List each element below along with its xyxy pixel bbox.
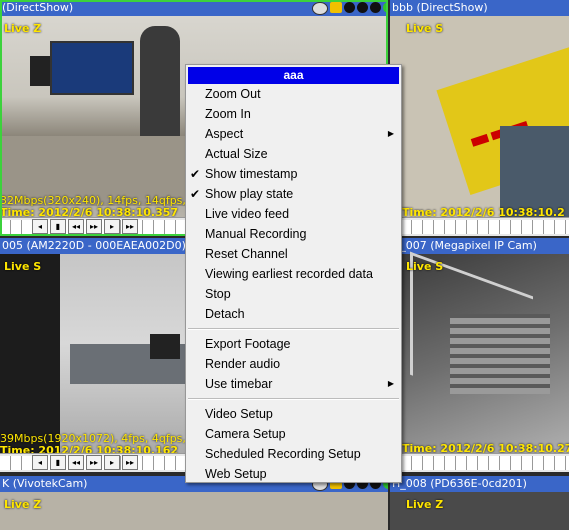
rewind-icon[interactable]: ◂◂	[68, 455, 84, 470]
video-feed[interactable]	[390, 251, 569, 454]
camera-tile-title: H_008 (PD636E-0cd201)	[390, 476, 569, 492]
timebar[interactable]	[390, 217, 569, 236]
prev-icon[interactable]: ◂	[32, 219, 48, 234]
menu-item-label: Live video feed	[205, 207, 290, 221]
menu-item-scheduled-recording-setup[interactable]: Scheduled Recording Setup	[186, 444, 401, 464]
recording-status-icon	[383, 2, 388, 13]
checkmark-icon: ✔	[190, 187, 201, 201]
submenu-arrow-icon: ▶	[387, 379, 394, 388]
camera-tile-title: H_007 (Megapixel IP Cam)	[390, 238, 569, 254]
pause-icon[interactable]: ▮	[50, 455, 66, 470]
menu-item-label: Zoom Out	[205, 87, 261, 101]
play-icon[interactable]: ▸	[104, 455, 120, 470]
eye-icon[interactable]	[312, 2, 328, 15]
checkmark-icon: ✔	[190, 167, 201, 181]
menu-item-zoom-out[interactable]: Zoom Out	[186, 84, 401, 104]
menu-item-use-timebar[interactable]: Use timebar ▶	[186, 374, 401, 394]
live-status-label: Live S	[406, 260, 444, 273]
next-icon[interactable]: ▸▸	[122, 219, 138, 234]
menu-item-label: Export Footage	[205, 337, 291, 351]
fast-forward-icon[interactable]: ▸▸	[86, 219, 102, 234]
rewind-icon[interactable]: ◂◂	[68, 219, 84, 234]
camera-tile-5[interactable]: K (VivotekCam) Live Z	[0, 476, 388, 530]
status-dot-icon	[344, 2, 355, 13]
fast-forward-icon[interactable]: ▸▸	[86, 455, 102, 470]
camera-tile-4[interactable]: H_007 (Megapixel IP Cam) Live S Time: 20…	[390, 238, 569, 472]
menu-item-label: Reset Channel	[205, 247, 288, 261]
live-status-label: Live S	[406, 22, 444, 35]
submenu-arrow-icon: ▶	[387, 129, 394, 138]
menu-item-label: Scheduled Recording Setup	[205, 447, 361, 461]
menu-separator	[188, 398, 399, 400]
video-feed[interactable]: ▬▬▬	[390, 16, 569, 226]
status-dot-icon	[370, 2, 381, 13]
menu-item-show-timestamp[interactable]: ✔ Show timestamp	[186, 164, 401, 184]
context-menu-items: Zoom Out Zoom In Aspect ▶ Actual Size ✔ Show t…	[186, 84, 401, 484]
menu-item-label: Camera Setup	[205, 427, 286, 441]
menu-item-video-setup[interactable]: Video Setup	[186, 404, 401, 424]
menu-item-label: Manual Recording	[205, 227, 307, 241]
menu-item-web-setup[interactable]: Web Setup	[186, 464, 401, 484]
menu-item-camera-setup[interactable]: Camera Setup	[186, 424, 401, 444]
menu-item-viewing-earliest-recorded-data[interactable]: Viewing earliest recorded data	[186, 264, 401, 284]
menu-item-label: Actual Size	[205, 147, 268, 161]
menu-item-export-footage[interactable]: Export Footage	[186, 334, 401, 354]
menu-item-render-audio[interactable]: Render audio	[186, 354, 401, 374]
menu-item-zoom-in[interactable]: Zoom In	[186, 104, 401, 124]
menu-item-reset-channel[interactable]: Reset Channel	[186, 244, 401, 264]
mute-icon[interactable]	[330, 2, 342, 13]
play-icon[interactable]: ▸	[104, 219, 120, 234]
prev-icon[interactable]: ◂	[32, 455, 48, 470]
status-dot-icon	[357, 2, 368, 13]
live-status-label: Live Z	[4, 498, 42, 511]
video-feed[interactable]	[0, 492, 388, 530]
menu-item-label: Aspect	[205, 127, 244, 141]
menu-item-label: Render audio	[205, 357, 281, 371]
menu-item-label: Zoom In	[205, 107, 251, 121]
menu-separator	[188, 328, 399, 330]
context-menu-title: aaa	[188, 67, 399, 84]
menu-item-aspect[interactable]: Aspect ▶	[186, 124, 401, 144]
next-icon[interactable]: ▸▸	[122, 455, 138, 470]
timebar[interactable]	[390, 453, 569, 472]
menu-item-label: Video Setup	[205, 407, 273, 421]
menu-item-manual-recording[interactable]: Manual Recording	[186, 224, 401, 244]
pause-icon[interactable]: ▮	[50, 219, 66, 234]
menu-item-label: Web Setup	[205, 467, 267, 481]
menu-item-label: Show timestamp	[205, 167, 298, 181]
context-menu: aaa Zoom Out Zoom In Aspect ▶ Actual Size ✔ Sh…	[185, 64, 402, 483]
menu-item-live-video-feed[interactable]: Live video feed	[186, 204, 401, 224]
menu-item-stop[interactable]: Stop	[186, 284, 401, 304]
camera-tile-6[interactable]: H_008 (PD636E-0cd201) Live Z	[390, 476, 569, 530]
menu-item-actual-size[interactable]: Actual Size	[186, 144, 401, 164]
camera-tile-title: bbb (DirectShow)	[390, 0, 569, 16]
menu-item-label: Stop	[205, 287, 231, 301]
camera-tile-2[interactable]: bbb (DirectShow) ▬▬▬ Live S Time: 2012/2…	[390, 0, 569, 236]
menu-item-show-play-state[interactable]: ✔ Show play state	[186, 184, 401, 204]
live-status-label: Live S	[4, 260, 42, 273]
menu-item-label: Viewing earliest recorded data	[205, 267, 373, 281]
menu-item-label: Detach	[205, 307, 245, 321]
live-status-label: Live Z	[406, 498, 444, 511]
menu-item-label: Show play state	[205, 187, 294, 201]
menu-item-label: Use timebar	[205, 377, 273, 391]
menu-item-detach[interactable]: Detach	[186, 304, 401, 324]
live-status-label: Live Z	[4, 22, 42, 35]
